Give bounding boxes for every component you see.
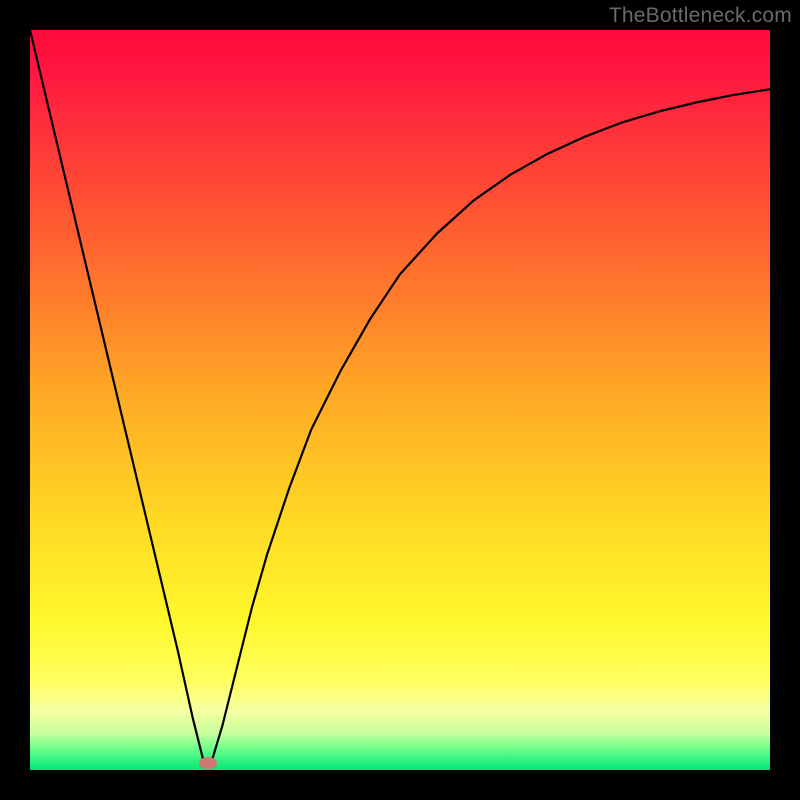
optimal-point-marker — [199, 757, 217, 769]
gradient-background — [30, 30, 770, 770]
plot-area — [30, 30, 770, 770]
watermark-text: TheBottleneck.com — [609, 4, 792, 28]
chart-frame: TheBottleneck.com — [0, 0, 800, 800]
